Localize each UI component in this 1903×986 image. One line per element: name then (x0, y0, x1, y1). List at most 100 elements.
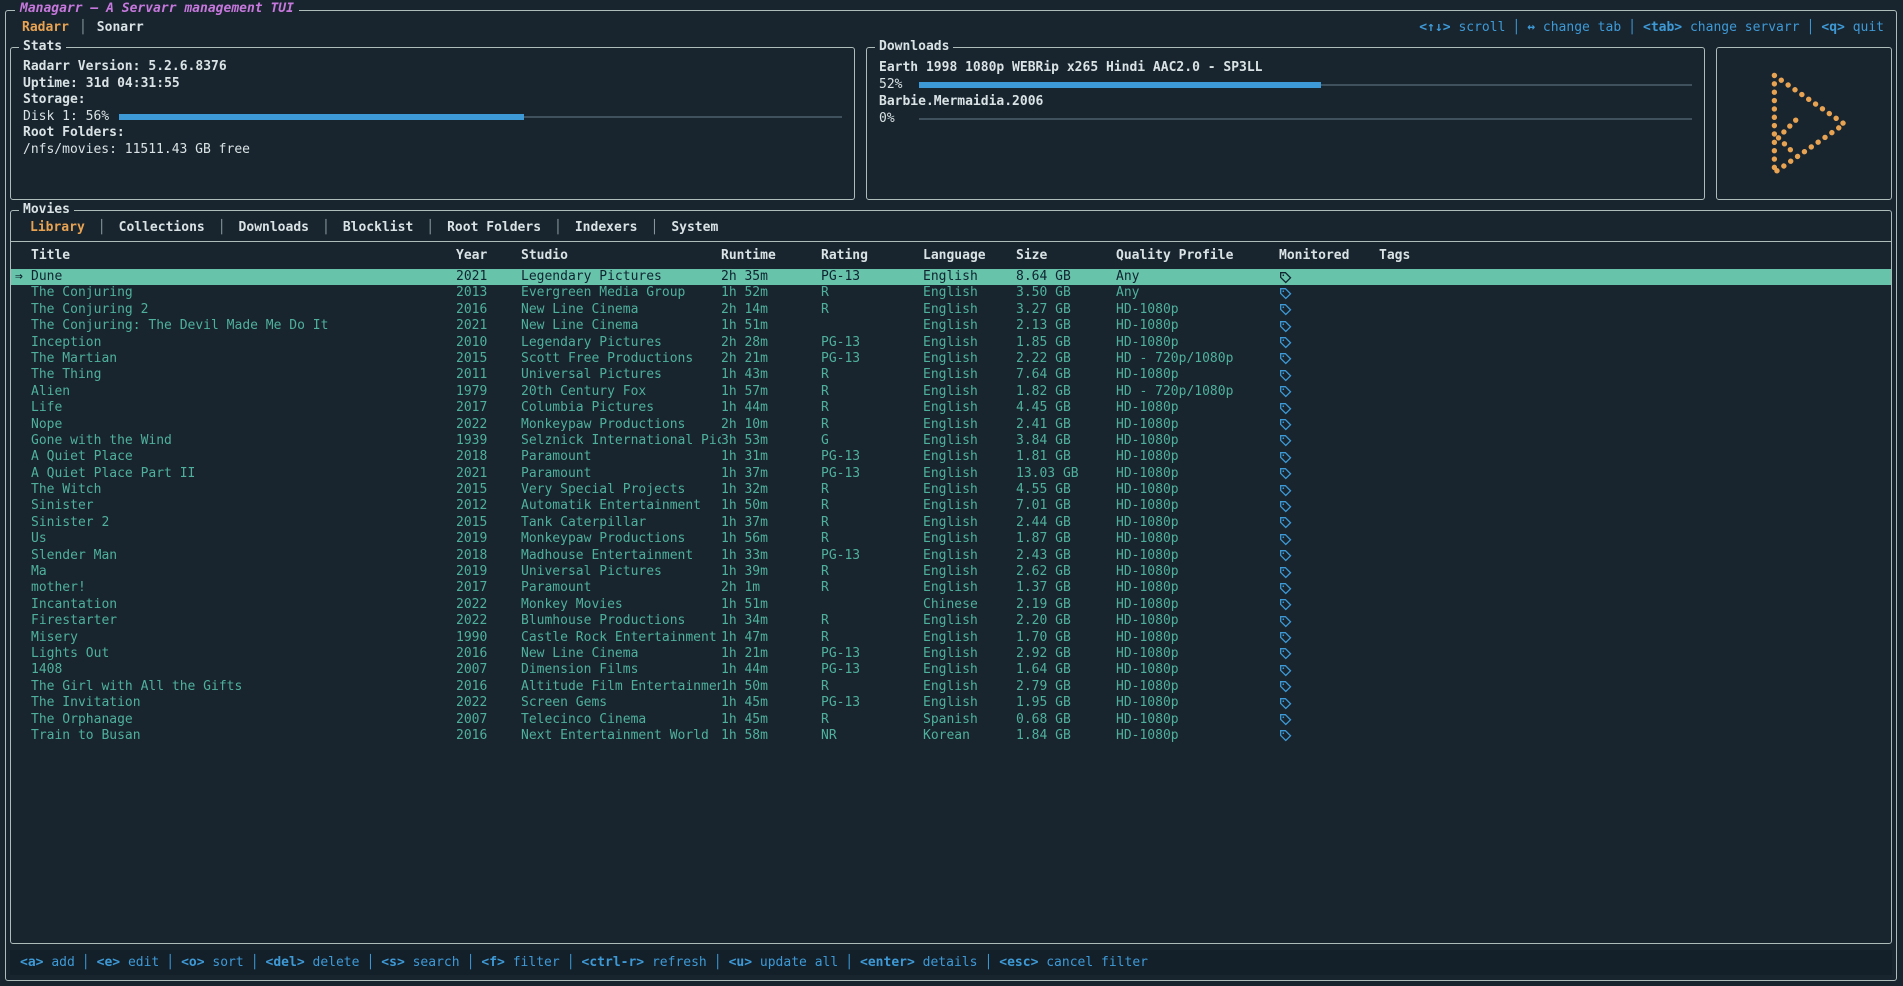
movie-rating: R (821, 367, 923, 383)
movie-row[interactable]: Ma2019Universal Pictures1h 39mREnglish2.… (11, 564, 1891, 580)
movie-row[interactable]: Incantation2022Monkey Movies1h 51mChines… (11, 597, 1891, 613)
movies-tab-collections[interactable]: Collections (110, 220, 214, 235)
movie-row[interactable]: A Quiet Place Part II2021Paramount1h 37m… (11, 466, 1891, 482)
movie-row[interactable]: The Conjuring 22016New Line Cinema2h 14m… (11, 302, 1891, 318)
selection-arrow (15, 302, 31, 318)
movie-studio: Monkeypaw Productions (521, 417, 721, 433)
movie-title: The Martian (31, 351, 456, 367)
movie-row[interactable]: Misery1990Castle Rock Entertainment1h 47… (11, 630, 1891, 646)
movie-year: 2021 (456, 466, 521, 482)
movie-row[interactable]: Us2019Monkeypaw Productions1h 56mREnglis… (11, 531, 1891, 547)
movie-studio: Columbia Pictures (521, 400, 721, 416)
movie-quality: HD-1080p (1116, 613, 1279, 629)
movie-quality: HD-1080p (1116, 630, 1279, 646)
movie-row[interactable]: The Martian2015Scott Free Productions2h … (11, 351, 1891, 367)
movie-quality: HD - 720p/1080p (1116, 384, 1279, 400)
movie-rating: PG-13 (821, 548, 923, 564)
movie-studio: Monkey Movies (521, 597, 721, 613)
movie-tags (1379, 613, 1891, 629)
servarr-tab-sonarr[interactable]: Sonarr (91, 20, 150, 35)
tab-separator: │ (646, 220, 662, 235)
movie-row[interactable]: The Conjuring2013Evergreen Media Group1h… (11, 285, 1891, 301)
hint-label: search (413, 955, 460, 970)
movie-row[interactable]: Firestarter2022Blumhouse Productions1h 3… (11, 613, 1891, 629)
movie-row[interactable]: The Conjuring: The Devil Made Me Do It20… (11, 318, 1891, 334)
top-hints: <↑↓> scroll│↔ change tab│<tab> change se… (1419, 20, 1884, 35)
movie-row[interactable]: Inception2010Legendary Pictures2h 28mPG-… (11, 335, 1891, 351)
movie-row[interactable]: The Invitation2022Screen Gems1h 45mPG-13… (11, 695, 1891, 711)
movie-studio: Paramount (521, 466, 721, 482)
movie-row[interactable]: Lights Out2016New Line Cinema1h 21mPG-13… (11, 646, 1891, 662)
movie-tags (1379, 351, 1891, 367)
movie-tags (1379, 531, 1891, 547)
top-panels: Stats Radarr Version:5.2.6.8376 Uptime:3… (10, 47, 1892, 200)
movie-title: The Conjuring (31, 285, 456, 301)
movie-monitored (1279, 630, 1379, 646)
movie-row[interactable]: 14082007Dimension Films1h 44mPG-13Englis… (11, 662, 1891, 678)
monitored-tag-icon (1279, 680, 1292, 693)
movie-title: Slender Man (31, 548, 456, 564)
movie-quality: HD-1080p (1116, 646, 1279, 662)
movie-row[interactable]: Slender Man2018Madhouse Entertainment1h … (11, 548, 1891, 564)
hint-separator: │ (244, 955, 266, 970)
movie-row[interactable]: Nope2022Monkeypaw Productions2h 10mREngl… (11, 417, 1891, 433)
movie-runtime: 1h 21m (721, 646, 821, 662)
movie-row[interactable]: ⇒Dune2021Legendary Pictures2h 35mPG-13En… (11, 269, 1891, 285)
movie-row[interactable]: The Girl with All the Gifts2016Altitude … (11, 679, 1891, 695)
movie-row[interactable]: Sinister2012Automatik Entertainment1h 50… (11, 498, 1891, 514)
movies-tab-blocklist[interactable]: Blocklist (334, 220, 422, 235)
selection-arrow (15, 712, 31, 728)
movie-studio: Selznick International Pic (521, 433, 721, 449)
monitored-tag-icon (1279, 369, 1292, 382)
movie-size: 3.84 GB (1016, 433, 1116, 449)
stats-panel-title: Stats (19, 39, 66, 54)
movie-row[interactable]: Life2017Columbia Pictures1h 44mREnglish4… (11, 400, 1891, 416)
movie-row[interactable]: Train to Busan2016Next Entertainment Wor… (11, 728, 1891, 744)
movie-language: English (923, 449, 1016, 465)
movie-title: The Invitation (31, 695, 456, 711)
movie-row[interactable]: A Quiet Place2018Paramount1h 31mPG-13Eng… (11, 449, 1891, 465)
movie-year: 2010 (456, 335, 521, 351)
movies-tab-library[interactable]: Library (21, 220, 94, 235)
hint-separator: │ (75, 955, 97, 970)
column-header-studio: Studio (521, 242, 721, 269)
movie-row[interactable]: mother!2017Paramount2h 1mREnglish1.37 GB… (11, 580, 1891, 596)
movie-row[interactable]: Alien197920th Century Fox1h 57mREnglish1… (11, 384, 1891, 400)
movie-rating: R (821, 302, 923, 318)
movie-monitored (1279, 351, 1379, 367)
monitored-tag-icon (1279, 664, 1292, 677)
hint-filter: <f> filter (481, 955, 559, 970)
movie-row[interactable]: Gone with the Wind1939Selznick Internati… (11, 433, 1891, 449)
movie-row[interactable]: Sinister 22015Tank Caterpillar1h 37mREng… (11, 515, 1891, 531)
selection-arrow (15, 531, 31, 547)
monitored-tag-icon (1279, 631, 1292, 644)
movie-tags (1379, 335, 1891, 351)
movie-monitored (1279, 302, 1379, 318)
movie-size: 4.45 GB (1016, 400, 1116, 416)
movie-row[interactable]: The Orphanage2007Telecinco Cinema1h 45mR… (11, 712, 1891, 728)
movie-year: 2012 (456, 498, 521, 514)
hint-key: <o> (181, 955, 204, 970)
movie-row[interactable]: The Witch2015Very Special Projects1h 32m… (11, 482, 1891, 498)
movies-tab-root-folders[interactable]: Root Folders (438, 220, 550, 235)
movie-row[interactable]: The Thing2011Universal Pictures1h 43mREn… (11, 367, 1891, 383)
selection-arrow (15, 679, 31, 695)
monitored-tag-icon (1279, 451, 1292, 464)
column-header-monitored: Monitored (1279, 242, 1379, 269)
movie-monitored (1279, 335, 1379, 351)
movies-tab-downloads[interactable]: Downloads (230, 220, 318, 235)
uptime-line: Uptime:31d 04:31:55 (23, 76, 842, 93)
movies-tab-indexers[interactable]: Indexers (566, 220, 647, 235)
movies-tab-system[interactable]: System (662, 220, 727, 235)
movie-tags (1379, 318, 1891, 334)
servarr-tab-radarr[interactable]: Radarr (16, 20, 75, 35)
monitored-tag-icon (1279, 352, 1292, 365)
movie-year: 1939 (456, 433, 521, 449)
movie-size: 8.64 GB (1016, 269, 1116, 285)
movie-runtime: 1h 56m (721, 531, 821, 547)
hint-key: <f> (481, 955, 504, 970)
download-name: Earth 1998 1080p WEBRip x265 Hindi AAC2.… (879, 59, 1692, 76)
hint-refresh: <ctrl-r> refresh (582, 955, 707, 970)
movie-tags (1379, 712, 1891, 728)
hint-label: add (51, 955, 74, 970)
